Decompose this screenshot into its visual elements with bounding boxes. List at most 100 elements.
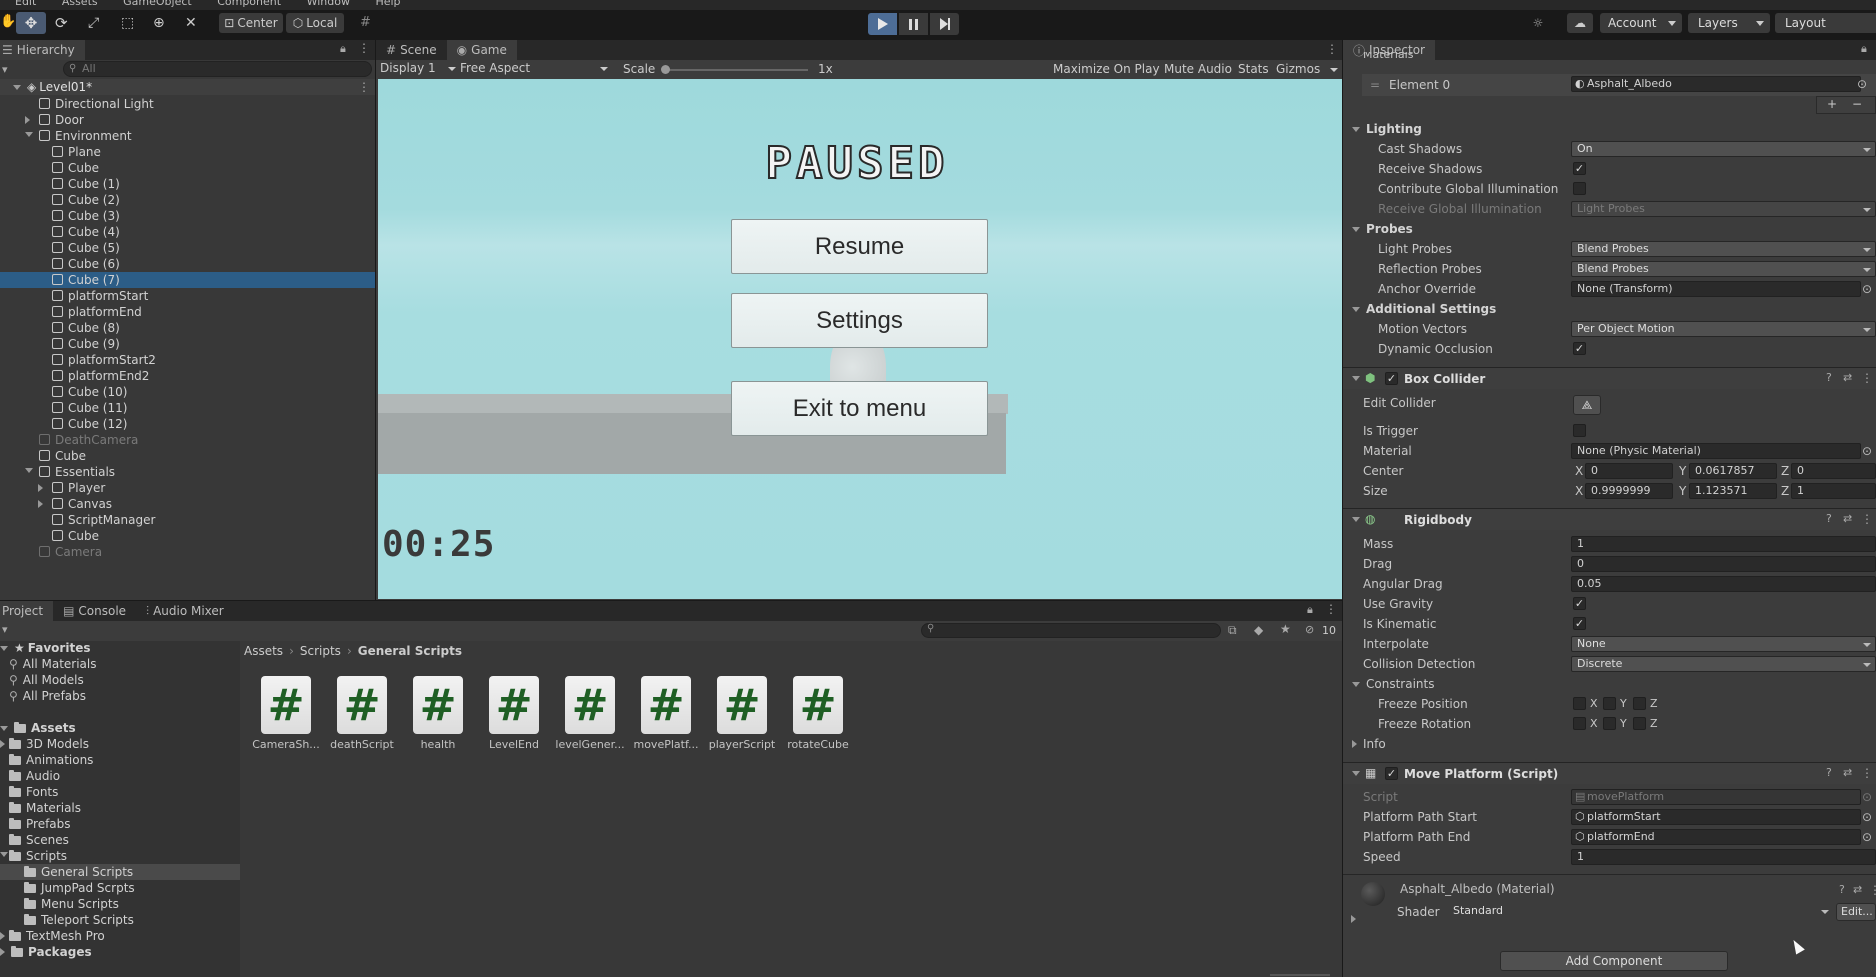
folder-item[interactable]: General Scripts	[0, 864, 240, 880]
preset-icon[interactable]: ⇄	[1843, 512, 1852, 525]
script-file-label[interactable]: health	[399, 738, 477, 751]
script-file-label[interactable]: deathScript	[323, 738, 401, 751]
tab-game[interactable]: ◉ Game	[446, 40, 517, 60]
resume-button[interactable]: Resume	[731, 219, 988, 274]
hierarchy-item[interactable]: Cube (6)	[0, 256, 375, 272]
hierarchy-item[interactable]: Cube (8)	[0, 320, 375, 336]
is-kinematic-checkbox[interactable]: ✓	[1573, 617, 1586, 630]
mass-field[interactable]: 1	[1571, 536, 1876, 552]
add-element-icon[interactable]: +	[1827, 97, 1837, 111]
help-icon[interactable]: ?	[1826, 766, 1832, 779]
light-probes-dropdown[interactable]: Blend Probes	[1571, 241, 1876, 257]
hierarchy-item[interactable]: Cube (9)	[0, 336, 375, 352]
maximize-on-play-toggle[interactable]: Maximize On Play	[1053, 62, 1160, 76]
favorites-header[interactable]: ★ Favorites	[0, 640, 90, 656]
hierarchy-item[interactable]: Cube (11)	[0, 400, 375, 416]
tab-hierarchy[interactable]: ☰ Hierarchy	[0, 40, 85, 60]
shader-edit-button[interactable]: Edit...	[1836, 903, 1876, 921]
folder-item[interactable]: Scenes	[0, 832, 240, 848]
exit-to-menu-button[interactable]: Exit to menu	[731, 381, 988, 436]
scale-slider[interactable]	[661, 65, 808, 74]
rigidbody-header[interactable]: ◍ Rigidbody ? ⇄ ⋮	[1343, 508, 1876, 530]
project-search-input[interactable]: ⚲	[921, 623, 1221, 638]
help-icon[interactable]: ?	[1839, 883, 1845, 896]
layout-dropdown[interactable]: Layout	[1775, 13, 1876, 33]
breadcrumb-scripts[interactable]: Scripts	[300, 644, 341, 658]
shader-dropdown[interactable]: Standard	[1448, 904, 1833, 920]
help-icon[interactable]: ?	[1826, 512, 1832, 525]
preset-icon[interactable]: ⇄	[1843, 371, 1852, 384]
script-file-label[interactable]: LevelEnd	[475, 738, 553, 751]
packages-header[interactable]: Packages	[0, 944, 92, 960]
favorite-star-icon[interactable]: ★	[1280, 622, 1291, 636]
dynamic-occlusion-checkbox[interactable]: ✓	[1573, 342, 1586, 355]
menu-window[interactable]: Window	[307, 0, 350, 8]
tab-console[interactable]: ▤ Console	[53, 601, 136, 621]
more-options-icon[interactable]: ⋮	[358, 41, 370, 55]
display-dropdown[interactable]: Display 1	[380, 61, 458, 78]
lighting-icon[interactable]: ☼	[1527, 13, 1549, 33]
folder-item[interactable]: Animations	[0, 752, 240, 768]
transform-tool-icon[interactable]: ⊕	[153, 12, 173, 34]
more-options-icon[interactable]: ⋮	[1326, 42, 1338, 56]
freeze-rotation-y-checkbox[interactable]	[1603, 717, 1616, 730]
hierarchy-item[interactable]: platformEnd2	[0, 368, 375, 384]
hierarchy-item[interactable]: Environment	[0, 128, 375, 144]
script-file-icon[interactable]: #	[413, 676, 463, 734]
hierarchy-item[interactable]: Essentials	[0, 464, 375, 480]
is-trigger-checkbox[interactable]	[1573, 424, 1586, 437]
rect-tool-icon[interactable]: ⬚	[121, 12, 141, 34]
speed-field[interactable]: 1	[1571, 849, 1876, 865]
use-gravity-checkbox[interactable]: ✓	[1573, 597, 1586, 610]
drag-handle-icon[interactable]: =	[1370, 78, 1380, 92]
hierarchy-item[interactable]: Cube (3)	[0, 208, 375, 224]
hierarchy-item[interactable]: Plane	[0, 144, 375, 160]
hierarchy-item[interactable]: Cube (2)	[0, 192, 375, 208]
more-options-icon[interactable]: ⋮	[1861, 371, 1873, 385]
hierarchy-item[interactable]: Player	[0, 480, 375, 496]
hierarchy-item[interactable]: platformStart	[0, 288, 375, 304]
center-x-field[interactable]: 0	[1585, 463, 1673, 479]
hierarchy-item[interactable]: Cube (4)	[0, 224, 375, 240]
menu-assets[interactable]: Assets	[62, 0, 98, 8]
hierarchy-item[interactable]: platformEnd	[0, 304, 375, 320]
hierarchy-item[interactable]: Cube (12)	[0, 416, 375, 432]
folder-item[interactable]: Teleport Scripts	[0, 912, 240, 928]
probes-section[interactable]: Probes	[1352, 222, 1413, 236]
collision-detection-dropdown[interactable]: Discrete	[1571, 656, 1876, 672]
size-y-field[interactable]: 1.123571	[1689, 483, 1777, 499]
favorite-item[interactable]: ⚲ All Models	[9, 672, 84, 688]
account-dropdown[interactable]: Account	[1600, 13, 1682, 33]
box-collider-header[interactable]: ⬢ ✓ Box Collider ? ⇄ ⋮	[1343, 367, 1876, 389]
hierarchy-item[interactable]: Directional Light	[0, 96, 375, 112]
hierarchy-item[interactable]: Cube	[0, 160, 375, 176]
custom-tool-icon[interactable]: ✕	[185, 12, 205, 34]
mute-audio-toggle[interactable]: Mute Audio	[1164, 62, 1232, 76]
hierarchy-item[interactable]: DeathCamera	[0, 432, 375, 448]
tab-project[interactable]: Project	[0, 601, 54, 621]
contribute-gi-checkbox[interactable]	[1573, 182, 1586, 195]
reflection-probes-dropdown[interactable]: Blend Probes	[1571, 261, 1876, 277]
scene-row[interactable]: ◈ Level01* ⋮	[0, 79, 375, 95]
collider-material-field[interactable]: None (Physic Material)	[1571, 443, 1861, 459]
add-component-button[interactable]: Add Component	[1500, 951, 1728, 971]
script-file-icon[interactable]: #	[717, 676, 767, 734]
edit-collider-button[interactable]: ⟁	[1573, 395, 1601, 415]
favorite-item[interactable]: ⚲ All Materials	[9, 656, 97, 672]
menu-edit[interactable]: Edit	[15, 0, 36, 8]
more-options-icon[interactable]: ⋮	[1861, 512, 1873, 526]
pivot-center-button[interactable]: ⊡ Center	[219, 13, 283, 33]
more-options-icon[interactable]: ⋮	[1325, 602, 1337, 616]
hierarchy-item[interactable]: Door	[0, 112, 375, 128]
hierarchy-search-input[interactable]: ⚲ All	[63, 61, 372, 77]
script-file-label[interactable]: CameraSh...	[247, 738, 325, 751]
folder-item[interactable]: Materials	[0, 800, 240, 816]
hierarchy-item[interactable]: Cube	[0, 448, 375, 464]
lighting-section[interactable]: Lighting	[1352, 122, 1422, 136]
script-file-icon[interactable]: #	[489, 676, 539, 734]
folder-item[interactable]: TextMesh Pro	[0, 928, 240, 944]
hierarchy-item[interactable]: Cube (7)	[0, 272, 375, 288]
constraints-section[interactable]: Constraints	[1352, 677, 1434, 691]
preset-icon[interactable]: ⇄	[1853, 883, 1862, 896]
hierarchy-item[interactable]: Cube (5)	[0, 240, 375, 256]
